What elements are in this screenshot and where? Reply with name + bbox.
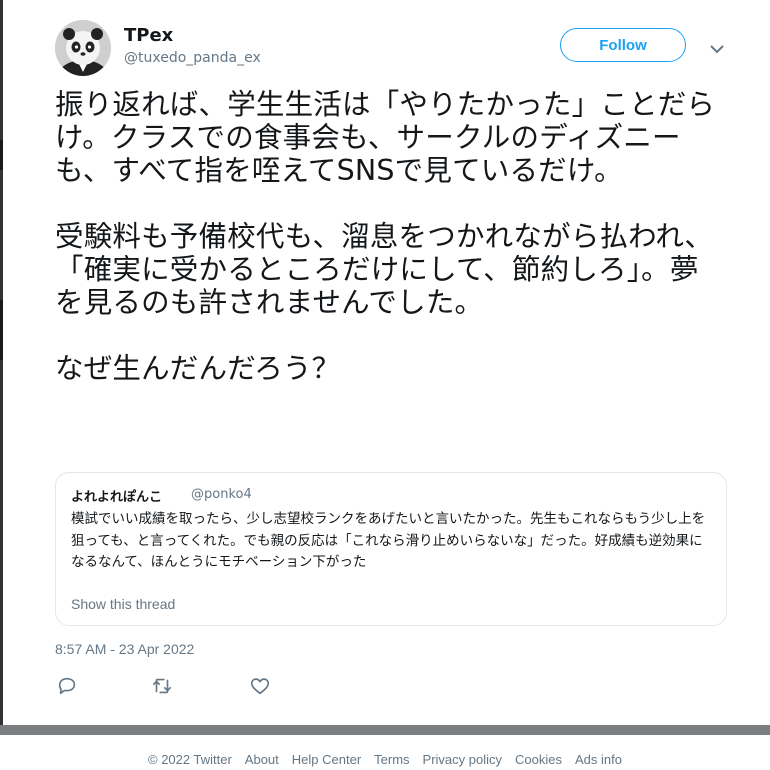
tweet-card: TPex @tuxedo_panda_ex Follow 振り返れば、学生生活は…: [3, 0, 770, 730]
tweet-timestamp[interactable]: 8:57 AM - 23 Apr 2022: [55, 641, 194, 657]
footer-link-about[interactable]: About: [245, 752, 279, 767]
footer-link-privacy-policy[interactable]: Privacy policy: [423, 752, 502, 767]
footer-link-terms[interactable]: Terms: [374, 752, 409, 767]
avatar[interactable]: [55, 20, 111, 76]
panda-avatar-image: [55, 20, 111, 76]
show-thread-link[interactable]: Show this thread: [71, 596, 175, 612]
footer-link-ads-info[interactable]: Ads info: [575, 752, 622, 767]
tweet-text: 振り返れば、学生生活は「やりたかった」ことだらけ。クラスでの食事会も、サークルの…: [55, 88, 716, 385]
chevron-down-icon[interactable]: [709, 40, 725, 54]
footer-link-help-center[interactable]: Help Center: [292, 752, 361, 767]
quoted-tweet-text: 模試でいい成績を取ったら、少し志望校ランクをあげたいと言いたかった。先生もこれな…: [71, 511, 706, 570]
quoted-tweet[interactable]: よれよれぽんこ @ponko4 模試でいい成績を取ったら、少し志望校ランクをあげ…: [55, 472, 727, 626]
retweet-icon[interactable]: [151, 675, 173, 697]
follow-button[interactable]: Follow: [560, 28, 686, 62]
reply-icon[interactable]: [56, 675, 78, 697]
heart-icon[interactable]: [249, 675, 271, 697]
author-name[interactable]: TPex: [124, 25, 173, 46]
quoted-author-handle: @ponko4: [191, 487, 252, 502]
footer-links: © 2022 Twitter About Help Center Terms P…: [0, 752, 770, 767]
author-handle[interactable]: @tuxedo_panda_ex: [124, 50, 261, 66]
quoted-author-name: よれよれぽんこ: [71, 490, 163, 505]
footer-copyright: © 2022 Twitter: [148, 752, 232, 767]
footer-link-cookies[interactable]: Cookies: [515, 752, 562, 767]
section-divider: [0, 725, 770, 735]
